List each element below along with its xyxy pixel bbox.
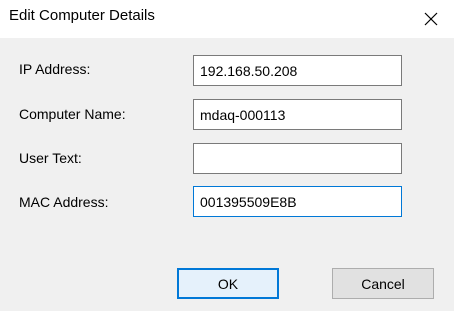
ip-address-label: IP Address: (19, 61, 91, 77)
computer-name-field[interactable] (193, 99, 402, 130)
edit-computer-details-dialog: Edit Computer Details IP Address: Comput… (0, 0, 454, 311)
cancel-button[interactable]: Cancel (332, 268, 434, 299)
mac-address-field[interactable] (193, 186, 402, 217)
close-button[interactable] (408, 0, 454, 38)
close-icon (424, 12, 438, 26)
user-text-field[interactable] (193, 143, 402, 174)
title-bar: Edit Computer Details (0, 0, 454, 38)
ip-address-field[interactable] (193, 55, 402, 86)
ok-button[interactable]: OK (177, 268, 279, 299)
computer-name-label: Computer Name: (19, 106, 126, 122)
mac-address-label: MAC Address: (19, 194, 109, 210)
user-text-label: User Text: (19, 150, 82, 166)
dialog-title: Edit Computer Details (9, 7, 155, 24)
